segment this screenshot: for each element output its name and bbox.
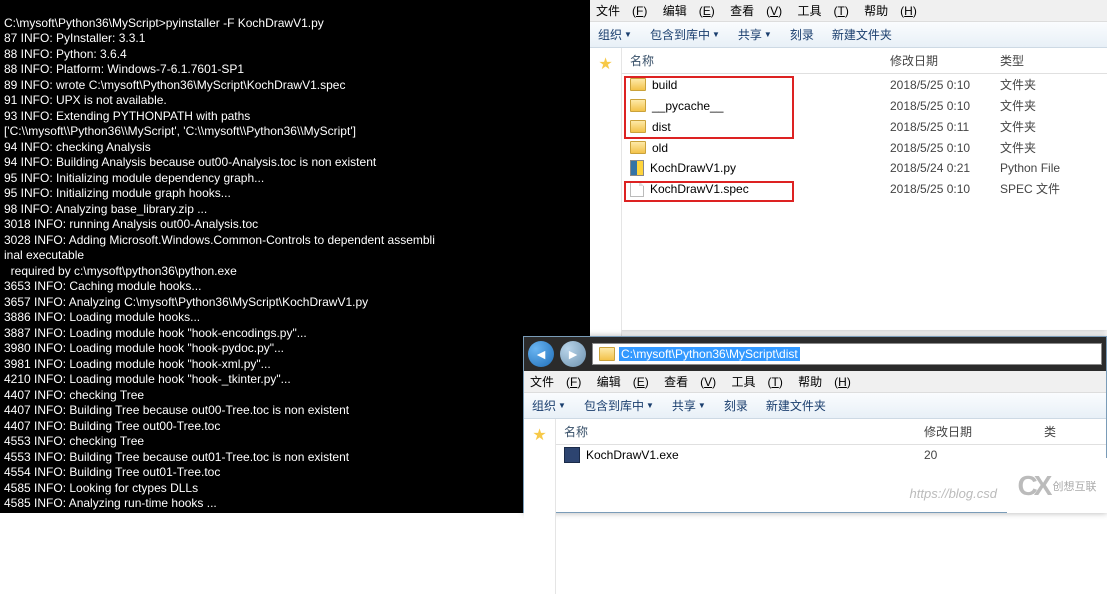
file-row[interactable]: old 2018/5/25 0:10文件夹 [622, 137, 1107, 158]
folder-icon [630, 141, 646, 154]
file-date: 2018/5/24 0:21 [882, 161, 992, 175]
file-row[interactable]: KochDrawV1.py 2018/5/24 0:21Python File [622, 158, 1107, 178]
file-type: Python File [992, 161, 1102, 175]
menu-view[interactable]: 查看(V) [730, 4, 782, 18]
file-name: KochDrawV1.py [650, 161, 736, 175]
toolbar: 组织 ▼ 包含到库中 ▼ 共享 ▼ 刻录 新建文件夹 [524, 393, 1106, 419]
toolbar-share[interactable]: 共享 ▼ [672, 397, 706, 414]
menu-tools[interactable]: 工具(T) [731, 375, 782, 389]
col-header-name[interactable]: 名称 [622, 52, 882, 69]
menubar: 文件(F) 编辑(E) 查看(V) 工具(T) 帮助(H) [590, 0, 1107, 22]
explorer-content: ★ 名称 修改日期 类型 build2018/5/25 0:10文件夹__pyc… [590, 48, 1107, 378]
address-bar-area: ◄ ► C:\mysoft\Python36\MyScript\dist [524, 337, 1106, 371]
sidebar: ★ [590, 48, 622, 378]
file-row[interactable]: build 2018/5/25 0:10文件夹 [622, 74, 1107, 95]
explorer-window-myscript: 文件(F) 编辑(E) 查看(V) 工具(T) 帮助(H) 组织 ▼ 包含到库中… [590, 0, 1107, 330]
menubar: 文件(F) 编辑(E) 查看(V) 工具(T) 帮助(H) [524, 371, 1106, 393]
col-header-name[interactable]: 名称 [556, 423, 916, 440]
toolbar-share[interactable]: 共享 ▼ [738, 26, 772, 43]
file-name: KochDrawV1.spec [650, 182, 749, 196]
col-header-date[interactable]: 修改日期 [882, 52, 992, 69]
menu-file[interactable]: 文件(F) [596, 4, 647, 18]
menu-file[interactable]: 文件(F) [530, 375, 581, 389]
file-type: 文件夹 [992, 139, 1102, 156]
toolbar-newfolder[interactable]: 新建文件夹 [766, 397, 826, 414]
file-icon [630, 181, 644, 197]
folder-icon [630, 99, 646, 112]
file-type: SPEC 文件 [992, 180, 1102, 197]
toolbar-include[interactable]: 包含到库中 ▼ [650, 26, 720, 43]
watermark-text: https://blog.csd [910, 486, 997, 501]
toolbar-burn[interactable]: 刻录 [790, 26, 814, 43]
favorites-icon[interactable]: ★ [532, 425, 546, 445]
toolbar-organize[interactable]: 组织 ▼ [532, 397, 566, 414]
nav-back-button[interactable]: ◄ [528, 341, 554, 367]
favorites-icon[interactable]: ★ [598, 54, 612, 74]
file-date: 2018/5/25 0:11 [882, 120, 992, 134]
address-bar[interactable]: C:\mysoft\Python36\MyScript\dist [592, 343, 1102, 365]
file-type: 文件夹 [992, 76, 1102, 93]
file-name: dist [652, 120, 671, 134]
col-header-type[interactable]: 类 [1036, 423, 1066, 440]
file-date: 2018/5/25 0:10 [882, 182, 992, 196]
file-name: build [652, 78, 677, 92]
file-type: 文件夹 [992, 97, 1102, 114]
exe-file-icon [564, 447, 580, 463]
command-prompt-window: C:\mysoft\Python36\MyScript>pyinstaller … [0, 0, 590, 513]
menu-view[interactable]: 查看(V) [664, 375, 716, 389]
file-date: 2018/5/25 0:10 [882, 141, 992, 155]
menu-help[interactable]: 帮助(H) [798, 375, 851, 389]
toolbar: 组织 ▼ 包含到库中 ▼ 共享 ▼ 刻录 新建文件夹 [590, 22, 1107, 48]
file-name: __pycache__ [652, 99, 723, 113]
col-header-date[interactable]: 修改日期 [916, 423, 1036, 440]
address-path: C:\mysoft\Python36\MyScript\dist [619, 347, 800, 361]
column-headers: 名称 修改日期 类 [556, 419, 1106, 445]
file-row[interactable]: KochDrawV1.spec 2018/5/25 0:10SPEC 文件 [622, 178, 1107, 199]
menu-edit[interactable]: 编辑(E) [663, 4, 715, 18]
file-date: 2018/5/25 0:10 [882, 99, 992, 113]
file-date: 2018/5/25 0:10 [882, 78, 992, 92]
menu-tools[interactable]: 工具(T) [797, 4, 848, 18]
file-row[interactable]: __pycache__ 2018/5/25 0:10文件夹 [622, 95, 1107, 116]
file-row[interactable]: dist 2018/5/25 0:11文件夹 [622, 116, 1107, 137]
file-list: 名称 修改日期 类型 build2018/5/25 0:10文件夹__pycac… [622, 48, 1107, 378]
toolbar-newfolder[interactable]: 新建文件夹 [832, 26, 892, 43]
file-name: KochDrawV1.exe [586, 448, 679, 462]
folder-icon [599, 347, 615, 361]
toolbar-include[interactable]: 包含到库中 ▼ [584, 397, 654, 414]
terminal-output: C:\mysoft\Python36\MyScript>pyinstaller … [4, 16, 586, 512]
nav-forward-button[interactable]: ► [560, 341, 586, 367]
logo-badge: CX创想互联 [1007, 458, 1107, 513]
toolbar-burn[interactable]: 刻录 [724, 397, 748, 414]
menu-help[interactable]: 帮助(H) [864, 4, 917, 18]
python-file-icon [630, 160, 644, 176]
menu-edit[interactable]: 编辑(E) [597, 375, 649, 389]
col-header-type[interactable]: 类型 [992, 52, 1102, 69]
file-type: 文件夹 [992, 118, 1102, 135]
sidebar: ★ [524, 419, 556, 594]
column-headers: 名称 修改日期 类型 [622, 48, 1107, 74]
folder-icon [630, 120, 646, 133]
folder-icon [630, 78, 646, 91]
toolbar-organize[interactable]: 组织 ▼ [598, 26, 632, 43]
file-name: old [652, 141, 668, 155]
